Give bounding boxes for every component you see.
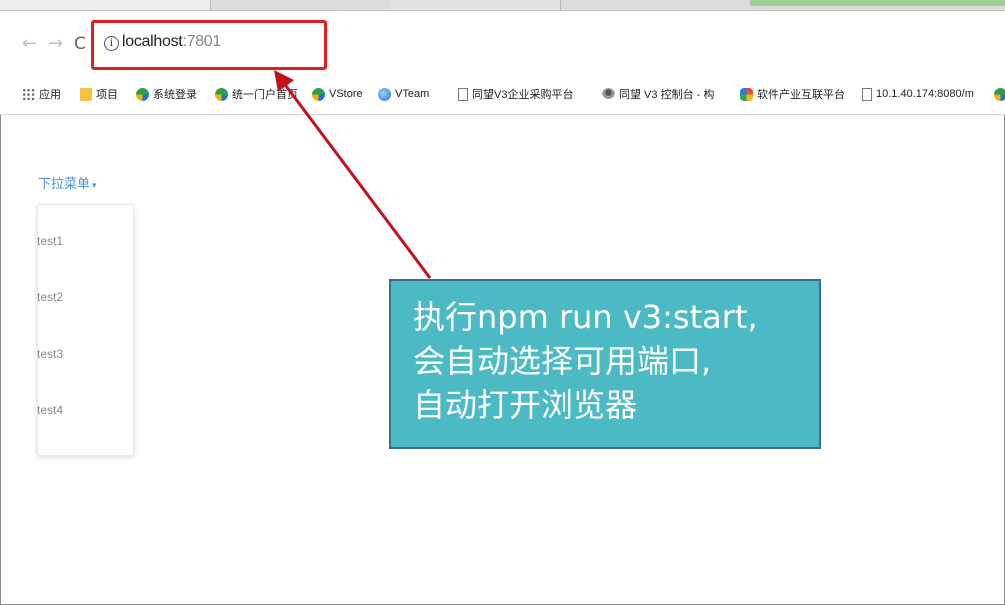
dropdown-trigger[interactable]: 下拉菜单 ▾ xyxy=(38,173,97,192)
bookmark-portal-home[interactable]: 统一门户首页 xyxy=(215,85,298,103)
reload-icon[interactable]: C xyxy=(74,34,86,54)
menu-item-test2[interactable]: test2 xyxy=(37,290,77,304)
page-icon xyxy=(862,87,872,101)
leaf-icon xyxy=(994,87,1005,101)
bookmark-more[interactable] xyxy=(994,85,1005,103)
folder-icon xyxy=(80,87,92,101)
forward-arrow-icon[interactable]: → xyxy=(48,33,63,54)
bookmark-label: 同望 V3 控制台 - 构 xyxy=(619,89,715,101)
page-icon xyxy=(458,87,468,101)
bookmark-label: 10.1.40.174:8080/m xyxy=(876,88,974,100)
caret-down-icon: ▾ xyxy=(92,180,97,190)
menu-item-test1[interactable]: test1 xyxy=(37,234,77,248)
callout-line: 执行npm run v3:start, xyxy=(413,298,758,336)
info-icon[interactable]: i xyxy=(104,36,119,51)
bookmark-label: VStore xyxy=(329,88,363,100)
bookmark-vteam[interactable]: VTeam xyxy=(378,85,429,103)
bookmark-label: 统一门户首页 xyxy=(232,89,298,101)
callout-line: 自动打开浏览器 xyxy=(413,386,638,424)
browser-tab[interactable] xyxy=(0,0,211,10)
bookmark-label: 系统登录 xyxy=(153,89,197,101)
address-toolbar: ← → C i localhost:7801 xyxy=(0,11,1005,74)
apps-icon xyxy=(22,87,35,101)
back-arrow-icon[interactable]: ← xyxy=(22,33,37,54)
person-icon xyxy=(602,87,615,101)
star-icon xyxy=(740,87,753,101)
callout-line: 会自动选择可用端口, xyxy=(413,342,712,380)
bookmark-label: 项目 xyxy=(96,89,118,101)
leaf-icon xyxy=(136,87,149,101)
dropdown-label: 下拉菜单 xyxy=(38,176,91,191)
bookmark-label: 软件产业互联平台 xyxy=(757,89,845,101)
bookmark-system-login[interactable]: 系统登录 xyxy=(136,85,197,103)
bookmark-label: VTeam xyxy=(395,88,430,100)
address-bar-input[interactable]: localhost:7801 xyxy=(122,33,221,51)
menu-item-test3[interactable]: test3 xyxy=(37,347,77,361)
bookmarks-bar: 应用 项目 系统登录 统一门户首页 VStore VTeam 同望V3企业采购平… xyxy=(0,74,1005,115)
bookmark-software-platform[interactable]: 软件产业互联平台 xyxy=(740,85,845,103)
url-port: :7801 xyxy=(182,33,221,50)
browser-tab-active[interactable] xyxy=(750,0,1005,6)
browser-tab[interactable] xyxy=(390,0,561,10)
leaf-icon xyxy=(215,87,228,101)
bookmark-label: 应用 xyxy=(39,89,61,101)
bookmark-projects[interactable]: 项目 xyxy=(80,85,118,103)
vteam-icon xyxy=(378,87,391,101)
url-host: localhost xyxy=(122,33,183,50)
bookmark-v3-console[interactable]: 同望 V3 控制台 - 构 xyxy=(602,85,714,103)
tab-strip xyxy=(0,0,1005,11)
bookmark-v3-procurement[interactable]: 同望V3企业采购平台 xyxy=(458,85,573,103)
bookmark-vstore[interactable]: VStore xyxy=(312,85,363,103)
annotation-callout: 执行npm run v3:start, 会自动选择可用端口, 自动打开浏览器 xyxy=(389,279,821,449)
bookmark-label: 同望V3企业采购平台 xyxy=(472,89,574,101)
bookmark-apps[interactable]: 应用 xyxy=(22,85,61,103)
menu-item-test4[interactable]: test4 xyxy=(37,403,77,417)
leaf-icon xyxy=(312,87,325,101)
bookmark-ip-address[interactable]: 10.1.40.174:8080/m xyxy=(862,85,974,103)
